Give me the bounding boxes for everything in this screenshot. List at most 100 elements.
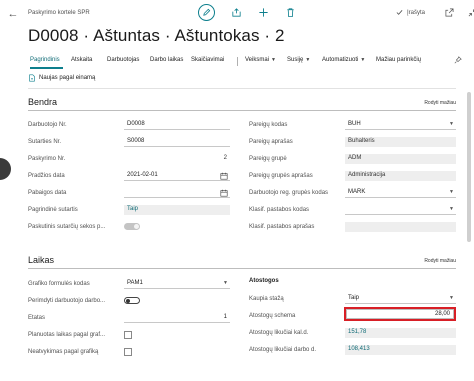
section-divider [28, 110, 456, 111]
etatas-field[interactable]: 1 [124, 313, 230, 323]
field-label: Grafiko formulės kodas [28, 281, 90, 287]
pradzios-data-value: 2021-02-01 [127, 172, 158, 178]
atostogos-heading: Atostogos [249, 278, 279, 284]
klasif-pastabos-kodas-field[interactable]: ▼ [345, 205, 456, 215]
menu-veiksmai-label: Veiksmai [245, 57, 270, 63]
collapse-icon[interactable] [468, 8, 474, 17]
toggle-knob [126, 299, 130, 303]
active-tab-indicator [30, 67, 63, 69]
tab-darbo-laikas[interactable]: Darbo laikas [150, 57, 183, 63]
pareigu-grupe-field: ADM [345, 154, 456, 164]
header-right: Įrašyta [396, 8, 474, 17]
menu-veiksmai[interactable]: Veiksmai ▼ [245, 57, 276, 63]
toggle-knob [134, 224, 139, 229]
grafiko-formules-kodas-value: PAM1 [127, 280, 143, 286]
field-label: Neatvykimas pagal grafiką [28, 349, 99, 355]
pareigu-kodas-field[interactable]: BUH ▼ [345, 120, 456, 130]
plus-icon [258, 8, 268, 17]
grafiko-formules-kodas-field[interactable]: PAM1 ▼ [124, 279, 230, 289]
field-label: Planuotas laikas pagal graf... [28, 332, 106, 338]
new-document-icon [29, 74, 35, 82]
last-contract-toggle [124, 223, 140, 230]
field-label: Atostogų likučiai darbo d. [249, 347, 317, 353]
perimdyti-toggle[interactable] [124, 297, 140, 304]
likuciai-kal-d-field[interactable]: 151,78 [345, 328, 456, 338]
scrollbar[interactable] [467, 92, 471, 242]
paskyrimo-nr-field: 2 [223, 155, 227, 161]
checkmark-icon [396, 10, 403, 15]
chevron-down-icon[interactable]: ▼ [449, 206, 454, 212]
darbuotojo-reg-grupe-field[interactable]: MARK ▼ [345, 188, 456, 198]
share-button[interactable] [230, 7, 242, 19]
pencil-icon [203, 8, 211, 16]
pin-icon[interactable] [454, 56, 462, 64]
menu-susije[interactable]: Susiję ▼ [287, 57, 310, 63]
saved-status: Įrašyta [407, 9, 426, 16]
new-from-current-label: Naujas pagal einamą [39, 75, 96, 81]
field-label: Pareigų kodas [249, 122, 288, 128]
delete-button[interactable] [284, 7, 296, 19]
field-label: Atostogų likučiai kal.d. [249, 330, 309, 336]
highlight-box [344, 307, 456, 321]
planuotas-laikas-checkbox[interactable] [124, 331, 132, 339]
chevron-down-icon[interactable]: ▼ [449, 189, 454, 195]
chevron-down-icon: ▼ [271, 57, 276, 63]
show-less-link[interactable]: Rodyti mažiau [424, 258, 456, 264]
field-label: Atostogų schema [249, 313, 296, 319]
pagrindine-sutartis-field[interactable]: Taip [124, 205, 230, 215]
menu-maziau-parinkciu[interactable]: Mažiau parinkčių [376, 57, 421, 63]
field-label: Pagrindinė sutartis [28, 207, 78, 213]
field-label: Paskyrimo Nr. [28, 156, 66, 162]
edit-button[interactable] [198, 4, 215, 21]
field-label: Pradžios data [28, 173, 65, 179]
chevron-down-icon: ▼ [360, 57, 366, 63]
new-button[interactable] [257, 7, 269, 19]
action-bar: Pagrindinis Atskaita Darbuotojas Darbo l… [0, 54, 474, 69]
kaupia-staza-value: Taip [348, 295, 360, 301]
chevron-down-icon[interactable]: ▼ [449, 295, 454, 301]
sutarties-nr-field[interactable]: S0008 [124, 137, 230, 147]
section-laikas-title[interactable]: Laikas [28, 255, 54, 265]
tab-atskaita[interactable]: Atskaita [71, 57, 92, 63]
field-label: Darbuotojo Nr. [28, 122, 67, 128]
kaupia-staza-field[interactable]: Taip ▼ [345, 294, 456, 304]
open-new-window-icon[interactable] [445, 8, 454, 17]
calendar-icon[interactable] [220, 172, 228, 180]
section-bendra-title[interactable]: Bendra [28, 97, 57, 107]
field-label: Kaupia stažą [249, 296, 284, 302]
pabaigos-data-field[interactable] [124, 188, 230, 198]
new-from-current-button[interactable]: Naujas pagal einamą [28, 72, 95, 84]
page-title: D0008 · Aštuntas · Aštuntokas · 2 [28, 26, 285, 45]
field-label: Pabaigos data [28, 190, 67, 196]
tab-darbuotojas[interactable]: Darbuotojas [107, 57, 139, 63]
side-panel-handle[interactable] [0, 158, 11, 180]
field-label: Perimdyti darbuotojo darbo... [28, 298, 106, 304]
menu-automatizuoti[interactable]: Automatizuoti ▼ [322, 57, 365, 63]
chevron-down-icon: ▼ [305, 57, 311, 63]
darbuotojo-nr-field[interactable]: D0008 [124, 120, 230, 130]
divider [28, 88, 456, 89]
menu-automatizuoti-label: Automatizuoti [322, 57, 359, 63]
field-label: Pareigų aprašas [249, 139, 293, 145]
field-label: Etatas [28, 315, 46, 321]
show-less-link[interactable]: Rodyti mažiau [424, 100, 456, 106]
neatvykimas-checkbox[interactable] [124, 348, 132, 356]
tab-pagrindinis[interactable]: Pagrindinis [30, 57, 60, 63]
trash-icon [286, 8, 294, 18]
klasif-pastabos-aprasas-field [345, 222, 456, 232]
calendar-icon[interactable] [220, 189, 228, 197]
pradzios-data-field[interactable]: 2021-02-01 [124, 171, 230, 181]
field-label: Klasif. pastabos kodas [249, 207, 310, 213]
pareigu-aprasas-field: Buhalteris [345, 137, 456, 147]
chevron-down-icon[interactable]: ▼ [449, 121, 454, 127]
darbuotojo-reg-grupe-value: MARK [348, 189, 366, 195]
back-arrow-icon[interactable]: ← [6, 7, 20, 21]
menu-susije-label: Susiję [287, 57, 304, 63]
section-divider [28, 268, 456, 269]
likuciai-darbo-d-field[interactable]: 108,413 [345, 345, 456, 355]
divider [237, 57, 238, 66]
header-toolbar [198, 4, 296, 21]
field-label: Pareigų grupės aprašas [249, 173, 313, 179]
chevron-down-icon[interactable]: ▼ [223, 280, 228, 286]
tab-skaiciavimai[interactable]: Skaičiavimai [191, 57, 224, 63]
